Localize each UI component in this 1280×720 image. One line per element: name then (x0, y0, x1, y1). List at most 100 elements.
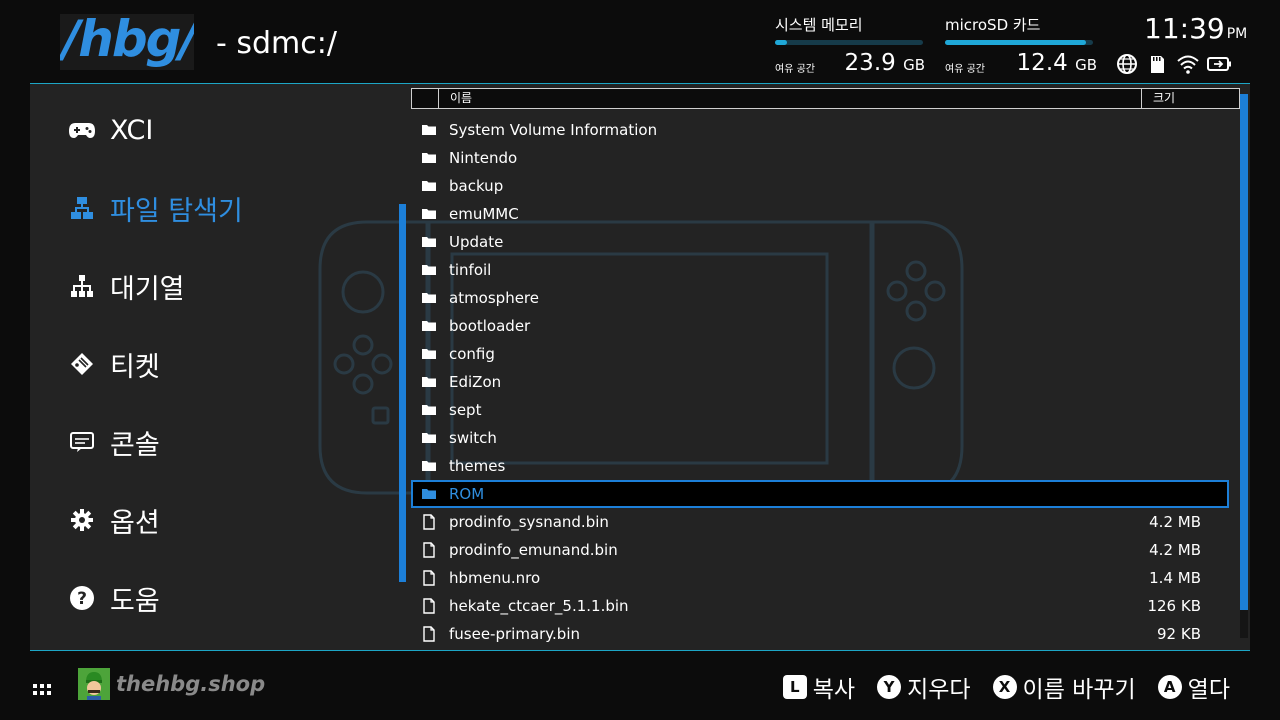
folder-row[interactable]: Update (411, 228, 1229, 256)
file-list-scrollbar-thumb[interactable] (1240, 94, 1248, 610)
sidebar-item-ticket[interactable]: 티켓 (68, 342, 160, 386)
apps-grid-icon[interactable] (33, 684, 51, 696)
hint-copy[interactable]: L 복사 (782, 670, 856, 704)
folder-row[interactable]: themes (411, 452, 1229, 480)
hint-label: 열다 (1187, 677, 1230, 703)
file-name: ROM (449, 485, 485, 503)
sd-card-icon (1146, 53, 1168, 75)
svg-text:?: ? (77, 589, 87, 609)
file-size: 126 KB (1147, 597, 1201, 615)
system-memory-label: 시스템 메모리 (775, 16, 863, 34)
sidebar-item-file-explorer[interactable]: 파일 탐색기 (68, 186, 243, 230)
file-name: hbmenu.nro (449, 569, 541, 587)
sd-card-bar-fill (945, 40, 1086, 45)
system-memory-unit: GB (903, 56, 925, 74)
clock-ampm: PM (1226, 26, 1248, 42)
sidebar-item-label: 콘솔 (110, 429, 160, 461)
sidebar-item-label: 티켓 (110, 351, 160, 383)
sidebar-item-help[interactable]: ? 도움 (68, 576, 160, 620)
file-name: config (449, 345, 495, 363)
file-icon (421, 514, 437, 530)
hint-open[interactable]: A 열다 (1157, 670, 1230, 704)
file-icon (421, 570, 437, 586)
folder-row[interactable]: tinfoil (411, 256, 1229, 284)
folder-row[interactable]: switch (411, 424, 1229, 452)
sd-card-unit: GB (1075, 56, 1097, 74)
folder-icon (421, 262, 437, 278)
file-size: 92 KB (1157, 625, 1201, 643)
folder-icon (421, 290, 437, 306)
sidebar-item-label: 대기열 (110, 273, 185, 305)
site-watermark: thehbg.shop (116, 672, 266, 696)
hint-label: 지우다 (907, 677, 971, 703)
sidebar-item-label: 옵션 (110, 507, 160, 539)
folder-icon (421, 486, 437, 502)
file-row[interactable]: hekate_ctcaer_5.1.1.bin 126 KB (411, 592, 1229, 620)
folder-row[interactable]: backup (411, 172, 1229, 200)
column-header-size[interactable]: 크기 (1153, 89, 1175, 108)
help-icon: ? (68, 584, 96, 612)
logo-text: /hbg/ (62, 14, 194, 68)
wifi-icon (1176, 53, 1199, 75)
system-memory-bar-fill (775, 40, 787, 45)
folder-row[interactable]: System Volume Information (411, 116, 1229, 144)
status-icons (1116, 52, 1232, 76)
user-avatar[interactable] (78, 668, 110, 700)
file-name: System Volume Information (449, 121, 658, 139)
current-path: - sdmc:/ (216, 26, 337, 61)
y-button-icon: Y (877, 675, 902, 699)
folder-row[interactable]: bootloader (411, 312, 1229, 340)
system-memory-bar (775, 40, 923, 45)
file-name: Update (449, 233, 504, 251)
hint-label: 복사 (812, 677, 856, 703)
console-icon (68, 428, 96, 456)
file-table-header: 이름 크기 (411, 88, 1240, 109)
file-row[interactable]: prodinfo_emunand.bin 4.2 MB (411, 536, 1229, 564)
folder-row[interactable]: config (411, 340, 1229, 368)
folder-icon (421, 318, 437, 334)
sidebar-item-console[interactable]: 콘솔 (68, 420, 160, 464)
clock: 11:39 PM (1144, 12, 1247, 45)
system-memory-value: 23.9 (844, 50, 896, 76)
folder-icon (421, 206, 437, 222)
file-icon (421, 598, 437, 614)
top-bar: /hbg/ - sdmc:/ 시스템 메모리 여유 공간 23.9 GB mic… (0, 0, 1280, 84)
column-header-name[interactable]: 이름 (450, 89, 472, 108)
folder-row[interactable]: ROM (411, 480, 1229, 508)
folder-row[interactable]: atmosphere (411, 284, 1229, 312)
file-name: hekate_ctcaer_5.1.1.bin (449, 597, 629, 615)
queue-icon (68, 272, 96, 300)
folder-icon (421, 234, 437, 250)
folder-row[interactable]: sept (411, 396, 1229, 424)
sidebar-item-queue[interactable]: 대기열 (68, 264, 185, 308)
file-row[interactable]: hbmenu.nro 1.4 MB (411, 564, 1229, 592)
file-row[interactable]: prodinfo_sysnand.bin 4.2 MB (411, 508, 1229, 536)
sidebar-item-xci[interactable]: XCI (68, 108, 153, 152)
folder-icon (421, 430, 437, 446)
sidebar-item-options[interactable]: 옵션 (68, 498, 160, 542)
system-memory-free-label: 여유 공간 (775, 64, 815, 75)
sd-card-free-value: 12.4 GB (1017, 50, 1097, 76)
sd-card-indicator: microSD 카드 여유 공간 12.4 GB (945, 14, 1097, 78)
folder-row[interactable]: Nintendo (411, 144, 1229, 172)
file-name: atmosphere (449, 289, 539, 307)
file-name: themes (449, 457, 506, 475)
file-size: 4.2 MB (1149, 513, 1201, 531)
hint-rename[interactable]: X 이름 바꾸기 (992, 670, 1136, 704)
button-hints: L 복사 Y 지우다 X 이름 바꾸기 A 열다 (761, 671, 1230, 703)
system-memory-indicator: 시스템 메모리 여유 공간 23.9 GB (775, 14, 925, 78)
globe-icon (1116, 53, 1138, 75)
hint-delete[interactable]: Y 지우다 (877, 670, 971, 704)
file-row[interactable]: fusee-primary.bin 92 KB (411, 620, 1229, 646)
file-size: 4.2 MB (1149, 541, 1201, 559)
file-icon (421, 626, 437, 642)
a-button-icon: A (1157, 675, 1182, 699)
folder-icon (421, 374, 437, 390)
sd-card-label: microSD 카드 (945, 16, 1041, 34)
column-separator (438, 89, 439, 108)
folder-row[interactable]: EdiZon (411, 368, 1229, 396)
sidebar-selection-indicator (399, 204, 406, 582)
folder-row[interactable]: emuMMC (411, 200, 1229, 228)
ticket-icon (68, 350, 96, 378)
file-name: prodinfo_emunand.bin (449, 541, 618, 559)
